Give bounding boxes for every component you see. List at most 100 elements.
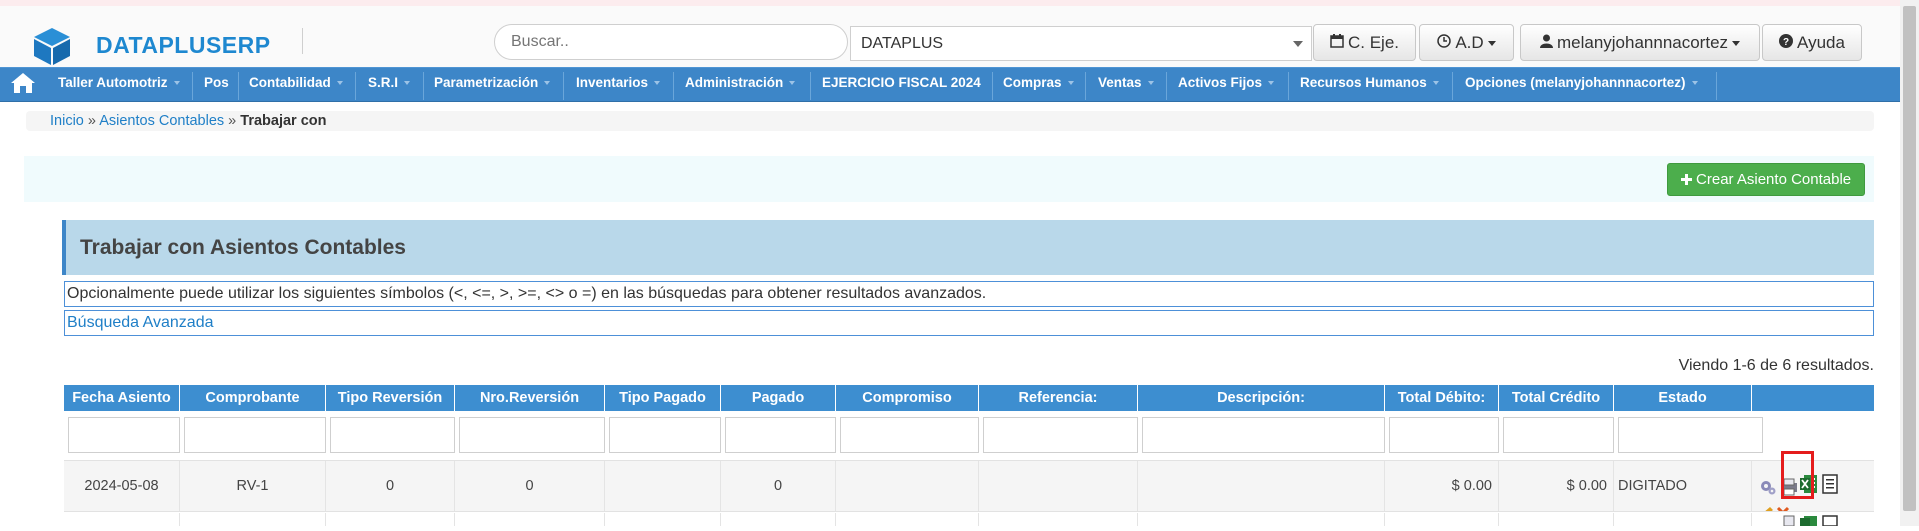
breadcrumb-current: Trabajar con <box>240 113 327 129</box>
menu-recursos-humanos[interactable]: Recursos Humanos <box>1300 68 1439 102</box>
column-header-compromiso[interactable]: Compromiso <box>836 385 979 411</box>
cell <box>455 513 605 526</box>
menu-divider <box>1288 72 1289 100</box>
filter-referencia-input[interactable] <box>983 417 1138 453</box>
cell-tipo-pagado <box>605 461 721 511</box>
cell <box>64 513 180 526</box>
cell <box>1138 513 1385 526</box>
filter-fecha-input[interactable] <box>68 417 180 453</box>
breadcrumb-separator: » <box>228 113 237 129</box>
filter-total-debito-input[interactable] <box>1389 417 1499 453</box>
menu-label: Pos <box>204 75 229 90</box>
menu-divider <box>355 72 356 100</box>
menu-divider <box>1452 72 1453 100</box>
menu-label: Activos Fijos <box>1178 75 1263 90</box>
cell-fecha: 2024-05-08 <box>64 461 180 511</box>
company-select-value: DATAPLUS <box>861 35 944 52</box>
column-header-estado[interactable]: Estado <box>1614 385 1752 411</box>
menu-label: Administración <box>685 75 784 90</box>
document-icon[interactable] <box>1822 513 1838 531</box>
caret-down-icon <box>654 81 661 86</box>
filter-pagado-input[interactable] <box>725 417 836 453</box>
caret-down-icon <box>544 81 551 86</box>
question-circle-icon: ? <box>1779 26 1794 61</box>
table-header: Fecha Asiento Comprobante Tipo Reversión… <box>64 385 1874 411</box>
menu-label: Opciones (melanyjohannnacortez) <box>1465 75 1686 90</box>
ejercicio-button[interactable]: C. Eje. <box>1313 24 1416 61</box>
filter-descripcion-input[interactable] <box>1142 417 1385 453</box>
menu-activos-fijos[interactable]: Activos Fijos <box>1178 68 1275 102</box>
cell-nro-reversion: 0 <box>455 461 605 511</box>
menu-opciones[interactable]: Opciones (melanyjohannnacortez) <box>1465 68 1698 102</box>
top-header: DATAPLUSERP DATAPLUS C. Eje. A.D melanyj… <box>0 0 1919 70</box>
cell-comprobante: RV-1 <box>180 461 326 511</box>
filter-estado-input[interactable] <box>1618 417 1763 453</box>
column-header-referencia[interactable]: Referencia: <box>979 385 1138 411</box>
menu-pos[interactable]: Pos <box>204 68 229 102</box>
help-label: Ayuda <box>1797 33 1845 52</box>
ad-button[interactable]: A.D <box>1419 24 1514 61</box>
column-header-nro-reversion[interactable]: Nro.Reversión <box>455 385 605 411</box>
excel-icon[interactable] <box>1800 513 1818 531</box>
cell <box>1385 513 1499 526</box>
column-header-descripcion[interactable]: Descripción: <box>1138 385 1385 411</box>
home-icon[interactable] <box>10 72 36 96</box>
menu-administracion[interactable]: Administración <box>685 68 796 102</box>
company-select[interactable]: DATAPLUS <box>850 26 1312 61</box>
menu-label: Recursos Humanos <box>1300 75 1427 90</box>
menu-parametrizacion[interactable]: Parametrización <box>434 68 551 102</box>
page-scrollbar[interactable] <box>1900 0 1919 526</box>
edit-pencil-icon[interactable] <box>1759 491 1775 511</box>
filter-nro-reversion-input[interactable] <box>459 417 605 453</box>
cube-logo-icon[interactable] <box>30 26 74 66</box>
advanced-search-link[interactable]: Búsqueda Avanzada <box>64 310 1874 336</box>
breadcrumb-home-link[interactable]: Inicio <box>50 113 84 129</box>
column-header-total-credito[interactable]: Total Crédito <box>1499 385 1614 411</box>
search-hint-text: Opcionalmente puede utilizar los siguien… <box>64 281 1874 307</box>
user-label: melanyjohannnacortez <box>1556 33 1729 52</box>
cell <box>180 513 326 526</box>
brand-name[interactable]: DATAPLUSERP <box>84 28 289 70</box>
menu-compras[interactable]: Compras <box>1003 68 1074 102</box>
menu-divider <box>238 72 239 100</box>
help-button[interactable]: ? Ayuda <box>1762 24 1862 61</box>
cell <box>836 513 979 526</box>
filter-total-credito-input[interactable] <box>1503 417 1614 453</box>
breadcrumb-section-link[interactable]: Asientos Contables <box>99 113 224 129</box>
menu-taller-automotriz[interactable]: Taller Automotriz <box>58 68 180 102</box>
menu-label: Parametrización <box>434 75 539 90</box>
caret-down-icon <box>404 81 411 86</box>
column-header-pagado[interactable]: Pagado <box>721 385 836 411</box>
column-header-tipo-reversion[interactable]: Tipo Reversión <box>326 385 455 411</box>
cell <box>721 513 836 526</box>
column-header-total-debito[interactable]: Total Débito: <box>1385 385 1499 411</box>
table-row[interactable]: 2024-05-08 RV-1 0 0 0 $ 0.00 $ 0.00 DIGI… <box>64 460 1874 512</box>
filter-comprobante-input[interactable] <box>184 417 326 453</box>
filter-tipo-pagado-input[interactable] <box>609 417 721 453</box>
filter-tipo-reversion-input[interactable] <box>330 417 455 453</box>
scrollbar-thumb[interactable] <box>1903 6 1916 511</box>
menu-inventarios[interactable]: Inventarios <box>576 68 661 102</box>
print-preview-icon[interactable] <box>1779 513 1799 531</box>
clock-icon <box>1437 26 1452 61</box>
ad-label: A.D <box>1455 33 1484 52</box>
menu-ventas[interactable]: Ventas <box>1098 68 1154 102</box>
cell <box>1614 513 1752 526</box>
caret-down-icon <box>173 81 180 86</box>
menu-divider <box>810 72 811 100</box>
menu-contabilidad[interactable]: Contabilidad <box>249 68 343 102</box>
create-asiento-button[interactable]: Crear Asiento Contable <box>1667 163 1865 196</box>
menu-sri[interactable]: S.R.I <box>368 68 411 102</box>
plus-icon <box>1680 171 1696 188</box>
column-header-tipo-pagado[interactable]: Tipo Pagado <box>605 385 721 411</box>
column-header-fecha[interactable]: Fecha Asiento <box>64 385 180 411</box>
menu-ejercicio-fiscal[interactable]: EJERCICIO FISCAL 2024 <box>822 68 981 102</box>
menu-label: EJERCICIO FISCAL 2024 <box>822 75 981 90</box>
user-menu-button[interactable]: melanyjohannnacortez <box>1520 24 1760 61</box>
column-header-comprobante[interactable]: Comprobante <box>180 385 326 411</box>
document-icon[interactable] <box>1822 465 1838 511</box>
table-row[interactable] <box>64 513 1874 527</box>
filter-compromiso-input[interactable] <box>840 417 979 453</box>
caret-down-icon <box>1067 81 1074 86</box>
search-input[interactable] <box>494 24 848 60</box>
